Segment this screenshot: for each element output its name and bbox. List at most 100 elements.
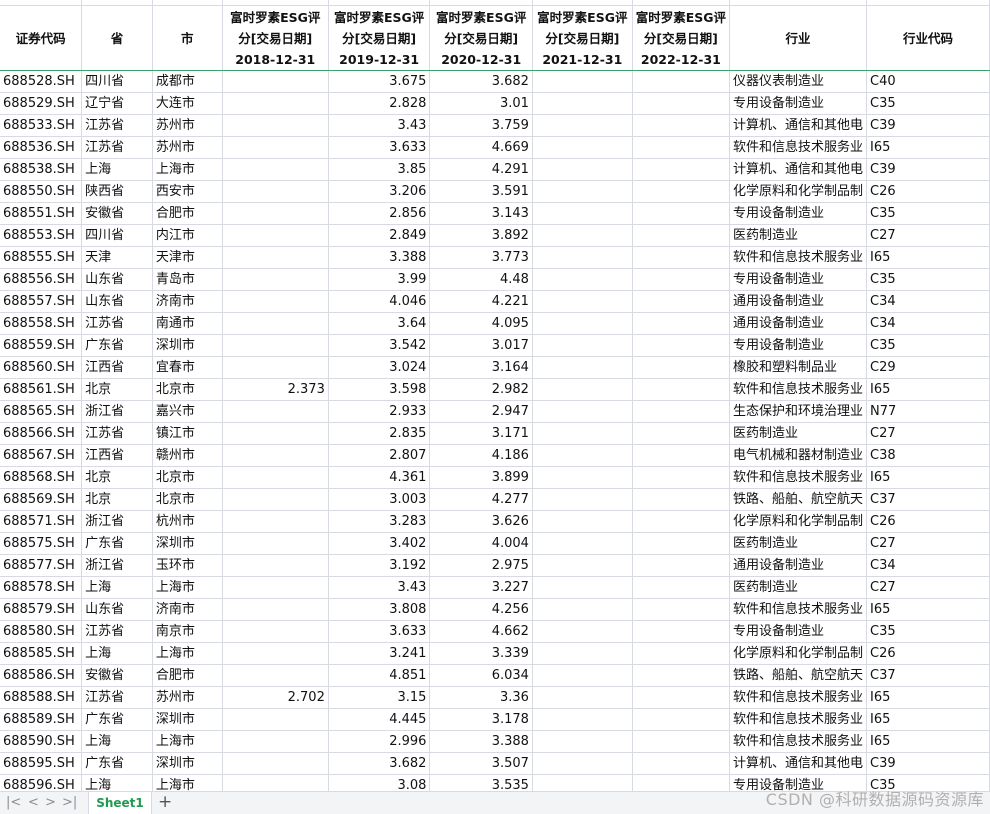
table-cell[interactable]: 3.164 (429, 356, 533, 379)
table-cell[interactable]: 2.856 (328, 202, 431, 225)
table-cell[interactable] (632, 730, 731, 753)
table-cell[interactable]: 安徽省 (81, 664, 153, 687)
table-cell[interactable]: 苏州市 (152, 136, 223, 159)
table-cell[interactable]: 通用设备制造业 (729, 554, 868, 577)
table-cell[interactable]: 铁路、船舶、航空航天 (729, 664, 868, 687)
table-cell[interactable]: 3.99 (328, 268, 431, 291)
table-cell[interactable] (632, 246, 731, 269)
table-cell[interactable]: 天津市 (152, 246, 223, 269)
table-cell[interactable]: 3.171 (429, 422, 533, 445)
table-cell[interactable]: 镇江市 (152, 422, 223, 445)
table-cell[interactable] (632, 158, 731, 181)
table-cell[interactable]: C27 (866, 532, 990, 555)
table-cell[interactable]: 浙江省 (81, 554, 153, 577)
table-cell[interactable]: 上海 (81, 642, 153, 665)
table-cell[interactable]: I65 (866, 686, 990, 709)
table-cell[interactable]: 3.682 (429, 70, 533, 93)
table-cell[interactable] (632, 136, 731, 159)
table-cell[interactable]: 688596.SH (0, 774, 83, 791)
table-cell[interactable]: 688565.SH (0, 400, 83, 423)
table-cell[interactable]: 4.186 (429, 444, 533, 467)
table-cell[interactable] (632, 532, 731, 555)
table-cell[interactable] (532, 180, 633, 203)
table-cell[interactable]: 化学原料和化学制品制 (729, 510, 868, 533)
table-cell[interactable]: 上海 (81, 730, 153, 753)
table-cell[interactable]: 4.004 (429, 532, 533, 555)
table-cell[interactable]: 2.702 (222, 686, 329, 709)
table-cell[interactable]: 深圳市 (152, 752, 223, 775)
table-cell[interactable] (222, 158, 329, 181)
table-cell[interactable] (532, 752, 633, 775)
table-cell[interactable]: 3.388 (429, 730, 533, 753)
table-cell[interactable]: C26 (866, 642, 990, 665)
table-cell[interactable] (222, 356, 329, 379)
table-cell[interactable] (222, 642, 329, 665)
table-cell[interactable]: 青岛市 (152, 268, 223, 291)
table-cell[interactable]: 电气机械和器材制造业 (729, 444, 868, 467)
table-cell[interactable]: 688557.SH (0, 290, 83, 313)
table-cell[interactable]: C34 (866, 290, 990, 313)
table-cell[interactable]: 陕西省 (81, 180, 153, 203)
table-cell[interactable]: 3.598 (328, 378, 431, 401)
table-cell[interactable] (222, 620, 329, 643)
table-cell[interactable] (532, 774, 633, 791)
table-cell[interactable]: 688567.SH (0, 444, 83, 467)
table-cell[interactable]: 医药制造业 (729, 422, 868, 445)
table-cell[interactable] (222, 664, 329, 687)
table-cell[interactable]: 软件和信息技术服务业 (729, 598, 868, 621)
table-cell[interactable]: 专用设备制造业 (729, 92, 868, 115)
table-cell[interactable] (532, 664, 633, 687)
table-cell[interactable]: 688595.SH (0, 752, 83, 775)
table-cell[interactable]: C40 (866, 70, 990, 93)
table-cell[interactable]: 宜春市 (152, 356, 223, 379)
table-cell[interactable]: 安徽省 (81, 202, 153, 225)
table-cell[interactable]: 北京 (81, 378, 153, 401)
table-cell[interactable]: 688589.SH (0, 708, 83, 731)
table-cell[interactable]: 化学原料和化学制品制 (729, 180, 868, 203)
table-cell[interactable]: 6.034 (429, 664, 533, 687)
table-cell[interactable]: 上海 (81, 774, 153, 791)
table-cell[interactable]: 3.535 (429, 774, 533, 791)
table-cell[interactable] (532, 598, 633, 621)
table-cell[interactable]: C34 (866, 554, 990, 577)
table-cell[interactable] (222, 554, 329, 577)
table-cell[interactable] (222, 114, 329, 137)
table-cell[interactable]: 软件和信息技术服务业 (729, 378, 868, 401)
table-cell[interactable] (222, 268, 329, 291)
table-cell[interactable]: 北京市 (152, 466, 223, 489)
table-cell[interactable] (532, 158, 633, 181)
table-cell[interactable]: 3.682 (328, 752, 431, 775)
table-cell[interactable]: 赣州市 (152, 444, 223, 467)
table-cell[interactable] (632, 312, 731, 335)
table-cell[interactable]: 上海市 (152, 158, 223, 181)
column-header[interactable]: 证券代码 (0, 5, 83, 71)
table-cell[interactable]: 计算机、通信和其他电 (729, 752, 868, 775)
table-cell[interactable] (532, 576, 633, 599)
table-cell[interactable]: C26 (866, 510, 990, 533)
table-cell[interactable]: 688580.SH (0, 620, 83, 643)
table-cell[interactable]: C34 (866, 312, 990, 335)
table-cell[interactable]: 3.85 (328, 158, 431, 181)
table-cell[interactable]: 3.241 (328, 642, 431, 665)
table-cell[interactable]: 3.633 (328, 136, 431, 159)
table-cell[interactable]: 北京 (81, 466, 153, 489)
table-cell[interactable]: 生态保护和环境治理业 (729, 400, 868, 423)
table-cell[interactable] (532, 224, 633, 247)
table-cell[interactable] (222, 576, 329, 599)
table-cell[interactable]: 3.773 (429, 246, 533, 269)
table-cell[interactable]: 688578.SH (0, 576, 83, 599)
table-cell[interactable]: 688538.SH (0, 158, 83, 181)
table-cell[interactable]: 2.828 (328, 92, 431, 115)
table-cell[interactable]: 3.017 (429, 334, 533, 357)
table-cell[interactable]: 化学原料和化学制品制 (729, 642, 868, 665)
table-cell[interactable]: I65 (866, 708, 990, 731)
table-cell[interactable] (632, 70, 731, 93)
table-cell[interactable]: 3.759 (429, 114, 533, 137)
table-cell[interactable]: 3.283 (328, 510, 431, 533)
table-cell[interactable]: 3.227 (429, 576, 533, 599)
table-cell[interactable]: 688553.SH (0, 224, 83, 247)
table-cell[interactable]: 医药制造业 (729, 224, 868, 247)
table-cell[interactable] (532, 642, 633, 665)
table-cell[interactable]: 上海市 (152, 730, 223, 753)
table-cell[interactable]: 3.08 (328, 774, 431, 791)
